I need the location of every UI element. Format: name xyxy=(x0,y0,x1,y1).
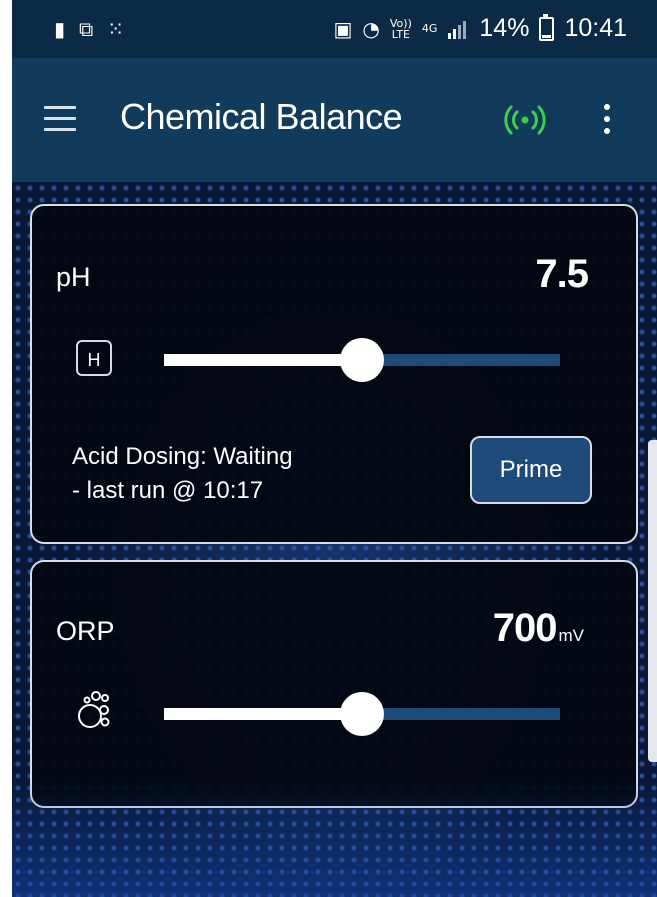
dosing-status: Acid Dosing: Waiting - last run @ 10:17 xyxy=(72,440,293,508)
content-area: pH 7.5 H Acid Dosing: Waiting - last run… xyxy=(12,182,657,897)
orp-label: ORP xyxy=(56,616,115,646)
orp-value: 700 xyxy=(492,606,558,650)
lock-icon: ▣ xyxy=(333,16,353,41)
screen-cast-icon: ⧉ xyxy=(79,17,94,41)
battery-icon xyxy=(539,13,555,41)
status-bar: ▮ ⧉ ⁙ ▣ ◔ Vo)) LTE 4G 14% 10:41 xyxy=(12,0,657,58)
orp-slider-track xyxy=(362,708,560,720)
dosing-status-line1: Acid Dosing: Waiting xyxy=(72,443,293,470)
page-title: Chemical Balance xyxy=(120,96,403,137)
orp-slider[interactable] xyxy=(164,692,560,736)
ph-slider-track xyxy=(362,354,560,366)
battery-alert-icon: ▮ xyxy=(54,17,66,41)
orp-slider-fill xyxy=(164,708,362,720)
app-bar: Chemical Balance xyxy=(12,58,657,182)
cell-signal-icon xyxy=(448,20,467,39)
prime-button[interactable]: Prime xyxy=(470,436,592,504)
scroll-handle[interactable] xyxy=(648,440,657,762)
clock: 10:41 xyxy=(564,14,627,42)
orp-slider-thumb[interactable] xyxy=(340,692,384,736)
dots-icon: ⁙ xyxy=(107,17,125,41)
ph-value: 7.5 xyxy=(535,252,589,296)
orp-value-group: 700 mV xyxy=(493,606,584,651)
ph-slider-fill xyxy=(164,354,362,366)
volte-indicator: Vo)) LTE xyxy=(390,18,412,40)
battery-percent: 14% xyxy=(479,14,530,42)
orp-unit: mV xyxy=(558,626,585,645)
alarm-icon: ◔ xyxy=(362,16,380,41)
more-options-icon[interactable] xyxy=(602,104,612,138)
dosing-status-line2: - last run @ 10:17 xyxy=(72,477,264,504)
ph-slider-thumb[interactable] xyxy=(340,338,384,382)
bubbles-icon xyxy=(78,691,110,728)
ph-label: pH xyxy=(56,262,91,292)
ph-badge: H xyxy=(76,340,112,376)
orp-card: ORP 700 mV xyxy=(30,560,638,808)
menu-icon[interactable] xyxy=(44,106,76,132)
network-type: 4G xyxy=(421,22,438,35)
ph-card: pH 7.5 H Acid Dosing: Waiting - last run… xyxy=(30,204,638,544)
ph-slider[interactable] xyxy=(164,338,560,382)
volte-bottom: LTE xyxy=(391,27,411,41)
phone-screen: ▮ ⧉ ⁙ ▣ ◔ Vo)) LTE 4G 14% 10:41 Chemical… xyxy=(12,0,657,897)
connection-status-icon[interactable] xyxy=(502,102,548,138)
